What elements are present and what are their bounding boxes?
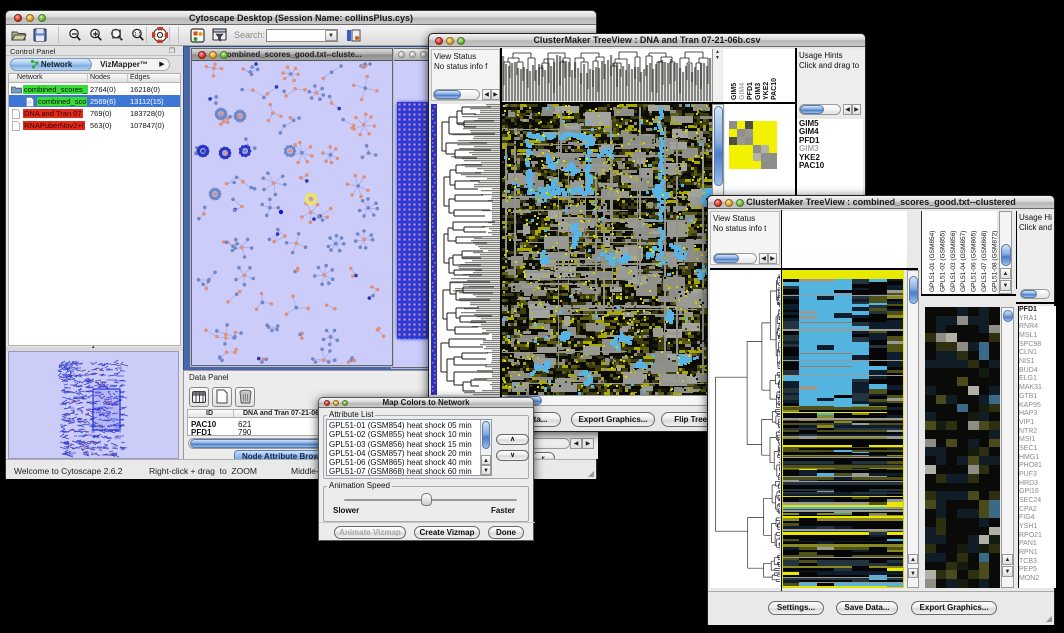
svg-text:GPL51-06 (GSM865): GPL51-06 (GSM865) bbox=[971, 231, 978, 292]
svg-text:GPL51-08 (GSM872): GPL51-08 (GSM872) bbox=[991, 231, 998, 292]
svg-text:GPL51-04 (GSM857): GPL51-04 (GSM857) bbox=[960, 231, 967, 292]
svg-text:GPL51-03 (GSM856): GPL51-03 (GSM856) bbox=[950, 231, 957, 292]
svg-text:1:1: 1:1 bbox=[134, 32, 141, 38]
svg-text:GPL51-07 (GSM868): GPL51-07 (GSM868) bbox=[981, 231, 988, 292]
svg-text:PAC10: PAC10 bbox=[771, 78, 778, 100]
svg-text:PFD1: PFD1 bbox=[747, 82, 754, 100]
svg-text:GPL51-02 (GSM855): GPL51-02 (GSM855) bbox=[939, 231, 946, 292]
svg-text:GIM3: GIM3 bbox=[755, 83, 762, 100]
svg-text:GPL51-01 (GSM854): GPL51-01 (GSM854) bbox=[929, 231, 936, 292]
svg-text:GIM5: GIM5 bbox=[731, 83, 738, 100]
svg-text:GIM4: GIM4 bbox=[739, 83, 746, 100]
svg-text:YKE2: YKE2 bbox=[763, 82, 770, 100]
